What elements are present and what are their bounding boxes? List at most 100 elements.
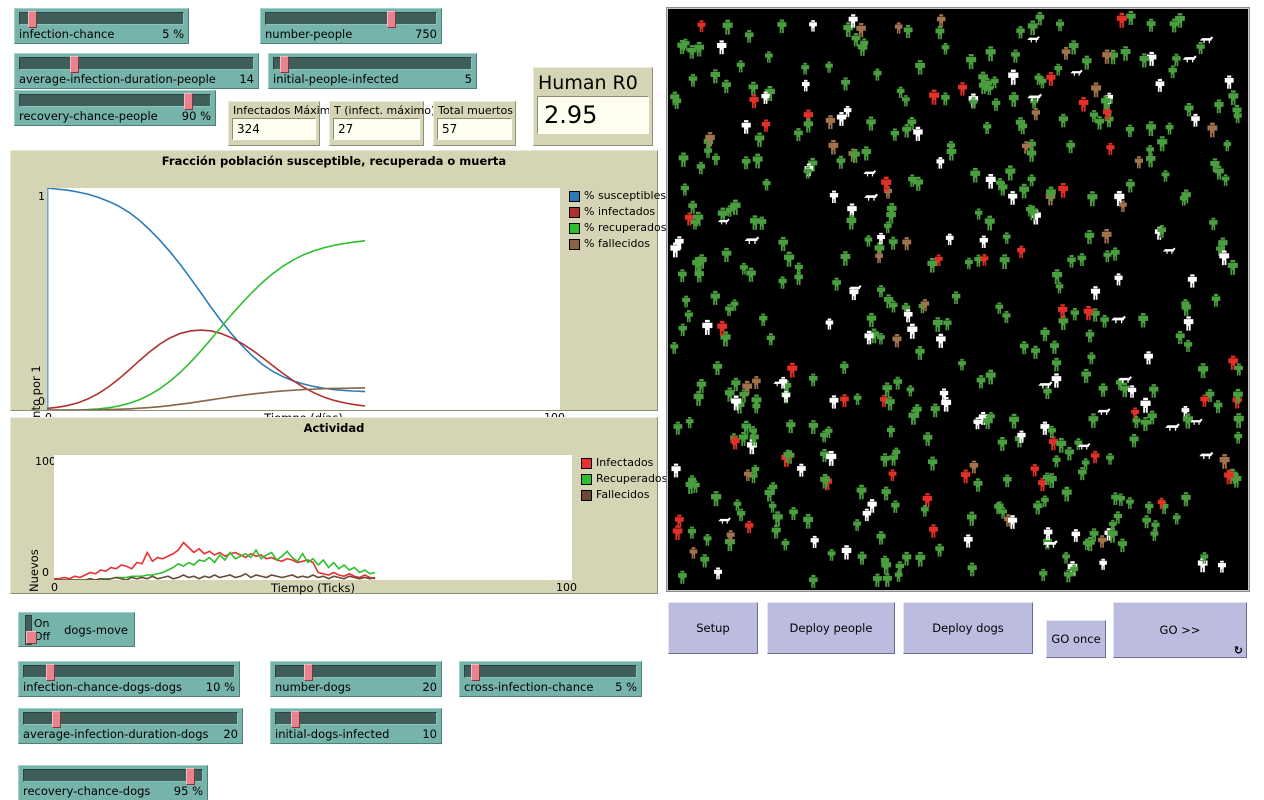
slider-initial-dogs-infected[interactable]: initial-dogs-infected 10 xyxy=(270,708,442,744)
person-agent xyxy=(1103,250,1111,262)
monitor-label: Total muertos xyxy=(437,104,512,118)
slider-track[interactable] xyxy=(23,665,235,678)
person-agent xyxy=(973,417,981,429)
slider-track[interactable] xyxy=(23,769,203,782)
person-agent xyxy=(1017,246,1025,258)
person-agent xyxy=(964,534,973,547)
person-agent xyxy=(995,302,1003,313)
button-deploy-people[interactable]: Deploy people xyxy=(767,602,895,654)
legend-item: % recuperados xyxy=(569,220,666,236)
slider-number-people[interactable]: number-people750 xyxy=(260,8,442,44)
monitor-total-muertos: Total muertos57 xyxy=(433,101,516,146)
person-agent xyxy=(1149,384,1158,398)
person-agent xyxy=(826,318,834,329)
person-agent xyxy=(893,377,902,390)
person-agent xyxy=(811,536,819,548)
slider-handle[interactable] xyxy=(184,93,193,110)
slider-value: 10 xyxy=(412,727,437,741)
person-agent xyxy=(678,571,687,584)
slider-handle[interactable] xyxy=(46,664,55,681)
person-agent xyxy=(759,314,767,326)
person-agent xyxy=(980,236,988,248)
slider-infection-chance-dogs-dogs[interactable]: infection-chance-dogs-dogs10 % xyxy=(18,661,240,697)
slider-handle[interactable] xyxy=(387,11,396,28)
slider-track[interactable] xyxy=(23,712,238,725)
person-agent xyxy=(1078,467,1087,480)
person-agent xyxy=(1091,451,1099,463)
person-agent xyxy=(1056,19,1064,31)
slider-handle[interactable] xyxy=(280,56,289,73)
person-agent xyxy=(1000,254,1010,269)
slider-track[interactable] xyxy=(275,712,437,725)
slider-value: 90 % xyxy=(172,109,211,123)
slider-handle[interactable] xyxy=(471,664,480,681)
slider-track[interactable] xyxy=(19,12,184,25)
person-agent xyxy=(686,417,694,428)
slider-track[interactable] xyxy=(265,12,437,25)
slider-average-infection-duration-people[interactable]: average-infection-duration-people14 xyxy=(14,53,259,89)
dogs-move-switch[interactable]: On Off dogs-move xyxy=(18,612,135,647)
slider-track[interactable] xyxy=(19,94,211,107)
chart2-y-tick-max: 100 xyxy=(35,455,56,468)
dog-agent xyxy=(863,170,876,176)
series-line-susceptibles xyxy=(47,188,365,392)
slider-recovery-chance-people[interactable]: recovery-chance-people90 % xyxy=(14,90,216,126)
person-agent xyxy=(1157,136,1167,151)
person-agent xyxy=(786,420,795,434)
person-agent xyxy=(908,175,916,187)
person-agent xyxy=(1003,475,1011,488)
simulation-world-view[interactable] xyxy=(667,8,1249,591)
slider-initial-people-infected[interactable]: initial-people-infected5 xyxy=(268,53,477,89)
person-agent xyxy=(749,82,758,96)
person-agent xyxy=(829,140,839,154)
slider-infection-chance[interactable]: infection-chance5 % xyxy=(14,8,189,44)
person-agent xyxy=(986,370,996,385)
person-agent xyxy=(752,376,761,389)
person-agent xyxy=(1054,64,1062,76)
person-agent xyxy=(730,200,740,215)
person-agent xyxy=(1214,400,1223,413)
switch-knob[interactable] xyxy=(26,631,37,644)
slider-handle[interactable] xyxy=(52,711,61,728)
legend-color-swatch xyxy=(569,239,580,250)
slider-number-dogs[interactable]: number-dogs20 xyxy=(270,661,442,697)
person-agent xyxy=(1016,26,1024,38)
slider-handle[interactable] xyxy=(291,711,300,728)
person-agent xyxy=(1100,315,1109,328)
slider-label: infection-chance-dogs-dogs xyxy=(23,680,182,694)
slider-track[interactable] xyxy=(19,57,254,70)
person-agent xyxy=(970,461,979,474)
slider-handle[interactable] xyxy=(70,56,79,73)
slider-recovery-chance-dogs[interactable]: recovery-chance-dogs95 % xyxy=(18,765,208,800)
person-agent xyxy=(937,14,946,27)
button-setup[interactable]: Setup xyxy=(668,602,758,654)
switch-lever[interactable] xyxy=(25,615,32,645)
person-agent xyxy=(854,393,862,405)
slider-label: initial-dogs-infected xyxy=(275,727,389,741)
person-agent xyxy=(857,485,867,499)
person-agent xyxy=(804,119,813,133)
person-agent xyxy=(873,574,882,587)
slider-track[interactable] xyxy=(273,57,472,70)
person-agent xyxy=(1040,327,1049,341)
button-go[interactable]: GO >>↻ xyxy=(1113,602,1247,658)
person-agent xyxy=(892,334,901,347)
person-agent xyxy=(841,77,850,90)
person-agent xyxy=(980,254,988,266)
button-go-once[interactable]: GO once xyxy=(1046,620,1106,658)
person-agent xyxy=(1005,166,1015,181)
slider-track[interactable] xyxy=(464,665,637,678)
slider-handle[interactable] xyxy=(28,11,37,28)
button-deploy-dogs[interactable]: Deploy dogs xyxy=(903,602,1033,654)
slider-track[interactable] xyxy=(275,665,437,678)
slider-average-infection-duration-dogs[interactable]: average-infection-duration-dogs20 xyxy=(18,708,243,744)
slider-handle[interactable] xyxy=(186,768,195,785)
slider-cross-infection-chance[interactable]: cross-infection-chance5 % xyxy=(459,661,642,697)
person-agent xyxy=(697,162,705,174)
person-agent xyxy=(1142,515,1151,528)
person-agent xyxy=(1140,398,1150,413)
person-agent xyxy=(737,60,745,72)
person-agent xyxy=(752,402,760,414)
slider-handle[interactable] xyxy=(304,664,313,681)
person-agent xyxy=(1084,306,1094,320)
